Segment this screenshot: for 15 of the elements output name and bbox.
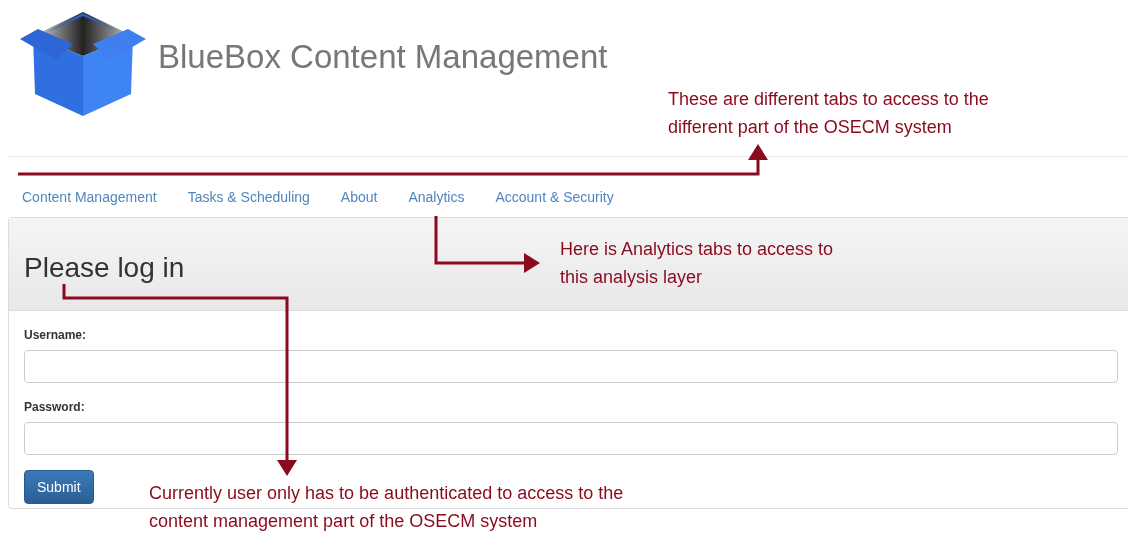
annotation-text: Here is Analytics tabs to access to this analysis layer [560,238,834,289]
nav-tab[interactable]: Content Management [14,185,165,215]
nav-tab[interactable]: About [332,185,386,215]
field-label: Username: [24,328,88,342]
nav-tab[interactable]: Tasks & Scheduling [179,185,318,215]
nav-tab[interactable]: Analytics [400,185,473,215]
field-label: Password: [24,400,86,414]
annotation-text: Currently user only has to be authenticated to access to the content management part of the OSECM system [149,482,624,533]
input-field[interactable] [24,350,1118,383]
panel-heading: Please log in [24,252,185,284]
annotation-text: These are different tabs to access to the different part of the OSECM system [668,88,989,139]
submit-button[interactable]: Submit [24,470,94,504]
nav-tab[interactable]: Account & Security [487,185,622,215]
input-field[interactable] [24,422,1118,455]
site-title: BlueBox Content Management [158,38,608,76]
